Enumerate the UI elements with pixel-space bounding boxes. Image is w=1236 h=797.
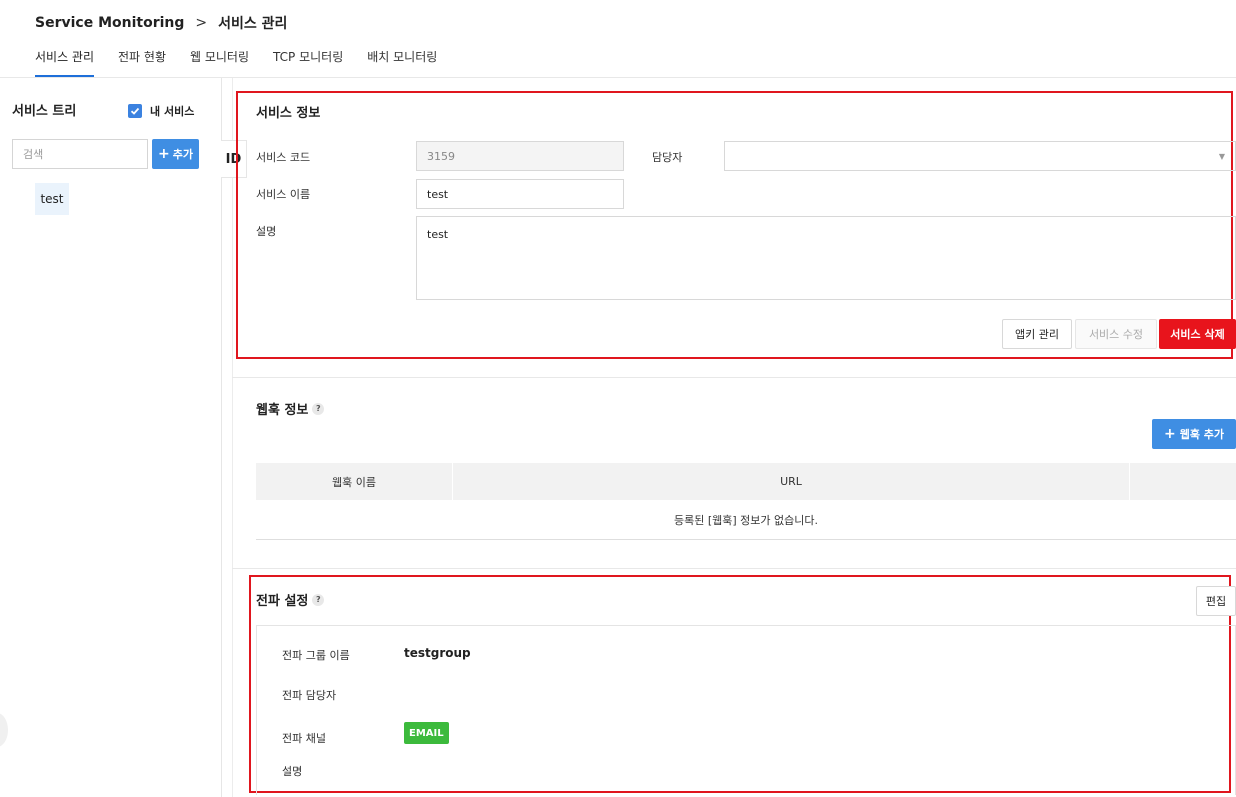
appkey-manage-button[interactable]: 앱키 관리	[1002, 319, 1072, 349]
breadcrumb-current: 서비스 관리	[218, 16, 288, 32]
tab-bar: 서비스 관리 전파 현황 웹 모니터링 TCP 모니터링 배치 모니터링	[35, 48, 461, 77]
breadcrumb: Service Monitoring > 서비스 관리	[35, 12, 287, 34]
description-textarea[interactable]: test	[416, 216, 1236, 300]
column-header-actions	[1130, 463, 1236, 500]
sidebar-title: 서비스 트리	[12, 104, 77, 119]
content-divider	[232, 78, 233, 797]
tab-divider	[0, 77, 1236, 78]
group-name-value: testgroup	[404, 646, 471, 660]
service-code-field: 3159	[416, 141, 624, 171]
breadcrumb-root[interactable]: Service Monitoring	[35, 15, 184, 31]
sidebar-divider	[221, 78, 222, 797]
search-input[interactable]: 검색	[12, 139, 148, 169]
webhook-empty-message: 등록된 [웹훅] 정보가 없습니다.	[256, 500, 1236, 540]
section-separator	[232, 377, 1236, 378]
webhook-table-header: 웹훅 이름 URL	[256, 463, 1236, 500]
notification-desc-label: 설명	[282, 765, 303, 778]
notification-detail-box	[256, 625, 1236, 795]
channel-label: 전파 채널	[282, 732, 326, 745]
add-webhook-label: 웹훅 추가	[1179, 428, 1225, 441]
manager-label: 전파 담당자	[282, 689, 337, 702]
section-separator	[232, 568, 1236, 569]
service-code-label: 서비스 코드	[256, 151, 311, 164]
breadcrumb-separator: >	[195, 15, 208, 31]
my-service-toggle[interactable]: 내 서비스	[128, 103, 194, 119]
email-channel-badge: EMAIL	[404, 722, 449, 744]
group-name-label: 전파 그룹 이름	[282, 649, 350, 662]
notification-title: 전파 설정 ?	[256, 590, 325, 609]
checkbox-checked-icon[interactable]	[128, 104, 142, 118]
service-info-title: 서비스 정보	[256, 106, 321, 121]
webhook-title: 웹훅 정보 ?	[256, 399, 325, 418]
owner-label: 담당자	[652, 151, 683, 164]
column-header-webhook-name: 웹훅 이름	[256, 463, 453, 500]
help-icon[interactable]: ?	[312, 402, 325, 415]
service-edit-button[interactable]: 서비스 수정	[1075, 319, 1157, 349]
service-name-label: 서비스 이름	[256, 188, 311, 201]
service-name-field[interactable]: test	[416, 179, 624, 209]
webhook-title-text: 웹훅 정보	[256, 403, 309, 418]
add-service-label: 추가	[172, 148, 193, 161]
service-delete-button[interactable]: 서비스 삭제	[1159, 319, 1236, 349]
notification-title-text: 전파 설정	[256, 594, 309, 609]
add-webhook-button[interactable]: + 웹훅 추가	[1152, 419, 1236, 449]
tab-web-monitoring[interactable]: 웹 모니터링	[190, 48, 249, 77]
scroll-handle[interactable]	[0, 713, 8, 747]
tab-batch-monitoring[interactable]: 배치 모니터링	[367, 48, 437, 77]
plus-icon: +	[1163, 426, 1176, 442]
tab-notification-status[interactable]: 전파 현황	[118, 48, 166, 77]
help-icon[interactable]: ?	[312, 593, 325, 606]
add-service-button[interactable]: + 추가	[152, 139, 199, 169]
description-label: 설명	[256, 225, 277, 238]
column-header-url: URL	[453, 463, 1130, 500]
notification-edit-button[interactable]: 편집	[1196, 586, 1236, 616]
dropdown-arrow-icon: ▼	[1218, 151, 1225, 161]
my-service-label: 내 서비스	[150, 105, 195, 118]
tab-tcp-monitoring[interactable]: TCP 모니터링	[273, 48, 343, 77]
tree-item-test[interactable]: test	[35, 183, 69, 215]
plus-icon: +	[158, 146, 170, 162]
owner-select[interactable]: ▼	[724, 141, 1236, 171]
tab-service-management[interactable]: 서비스 관리	[35, 48, 95, 77]
